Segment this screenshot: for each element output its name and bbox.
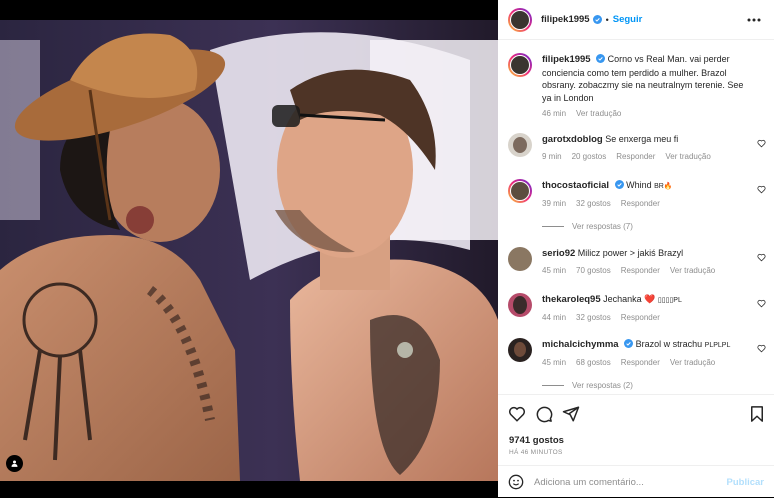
comment-username[interactable]: thekaroleq95: [542, 294, 601, 305]
comment-avatar[interactable]: [508, 133, 532, 157]
comment-time[interactable]: 39 min: [542, 198, 566, 211]
emoji-icon[interactable]: [508, 474, 524, 490]
post-header: filipek1995 • Seguir: [498, 0, 774, 40]
comment-text: Jechanka ❤️: [603, 294, 656, 304]
follow-button[interactable]: Seguir: [613, 14, 643, 25]
comment-suffix: ▯▯▯▯PL: [657, 297, 682, 304]
translate-link[interactable]: Ver tradução: [670, 357, 715, 370]
post-timestamp[interactable]: HÁ 46 MINUTOS: [509, 449, 563, 456]
comment-likes[interactable]: 68 gostos: [576, 357, 611, 370]
replies-line: [542, 226, 564, 227]
comment-input[interactable]: [534, 476, 727, 488]
heart-icon[interactable]: [757, 344, 766, 353]
view-replies-button[interactable]: Ver respostas (7): [542, 222, 633, 231]
author-username[interactable]: filipek1995: [541, 14, 590, 25]
comment-time[interactable]: 45 min: [542, 265, 566, 278]
verified-icon: [592, 15, 602, 24]
reply-button[interactable]: Responder: [621, 265, 660, 278]
likes-count[interactable]: 9741 gostos: [509, 435, 564, 446]
caption-username[interactable]: filipek1995: [542, 54, 591, 65]
comment-text: Whind: [626, 180, 652, 190]
photo-bottom-bar: [0, 481, 498, 497]
comment-suffix: BR🔥: [654, 183, 673, 190]
comment-time[interactable]: 45 min: [542, 357, 566, 370]
heart-icon[interactable]: [757, 185, 766, 194]
bookmark-icon[interactable]: [748, 405, 766, 423]
post-photo[interactable]: [0, 20, 498, 481]
reply-button[interactable]: Responder: [621, 198, 660, 211]
instagram-post-modal: filipek1995 • Seguir filipek1995 Corno v…: [0, 0, 774, 497]
comment-likes[interactable]: 20 gostos: [572, 151, 607, 164]
comment-text: Se enxerga meu fi: [605, 134, 679, 144]
action-bar: [508, 405, 766, 425]
comments-list[interactable]: filipek1995 Corno vs Real Man. vai perde…: [498, 41, 774, 394]
publish-button[interactable]: Publicar: [727, 477, 765, 488]
view-replies-label: Ver respostas (2): [572, 381, 633, 390]
comment-likes[interactable]: 32 gostos: [576, 312, 611, 325]
comment-row: garotxdoblog Se enxerga meu fi 9 min 20 …: [508, 133, 766, 163]
comment-row: thocostaoficial Whind BR🔥 39 min 32 gost…: [508, 179, 766, 209]
post-actions: 9741 gostos HÁ 46 MINUTOS Publicar: [498, 394, 774, 497]
replies-line: [542, 385, 564, 386]
view-replies-button[interactable]: Ver respostas (2): [542, 381, 633, 390]
share-icon[interactable]: [562, 405, 580, 423]
comment-time[interactable]: 44 min: [542, 312, 566, 325]
comment-likes[interactable]: 70 gostos: [576, 265, 611, 278]
comment-username[interactable]: serio92: [542, 248, 575, 259]
caption-time[interactable]: 46 min: [542, 108, 566, 121]
user-tag-icon[interactable]: [6, 455, 23, 472]
translate-link[interactable]: Ver tradução: [665, 151, 710, 164]
more-icon[interactable]: [744, 13, 764, 27]
heart-icon[interactable]: [757, 253, 766, 262]
author-info: filipek1995 • Seguir: [541, 14, 642, 25]
comment-icon[interactable]: [535, 405, 553, 423]
comment-username[interactable]: michalcichymma: [542, 339, 619, 350]
comment-username[interactable]: garotxdoblog: [542, 134, 603, 145]
verified-icon: [596, 54, 606, 63]
comment-likes[interactable]: 32 gostos: [576, 198, 611, 211]
author-avatar[interactable]: [508, 7, 532, 32]
reply-button[interactable]: Responder: [621, 357, 660, 370]
comment-avatar[interactable]: [508, 293, 532, 317]
add-comment-bar: Publicar: [498, 465, 774, 498]
comment-time[interactable]: 9 min: [542, 151, 562, 164]
caption-avatar[interactable]: [508, 53, 532, 77]
comment-row: michalcichymma Brazol w strachu PLPLPL 4…: [508, 338, 766, 368]
comment-avatar[interactable]: [508, 247, 532, 271]
comment-row: thekaroleq95 Jechanka ❤️ ▯▯▯▯PL 44 min 3…: [508, 293, 766, 323]
view-replies-label: Ver respostas (7): [572, 222, 633, 231]
comment-suffix: PLPLPL: [704, 342, 731, 349]
comment-username[interactable]: thocostaoficial: [542, 180, 609, 191]
comment-text: Milicz power > jakiś Brazyl: [577, 248, 684, 258]
caption-row: filipek1995 Corno vs Real Man. vai perde…: [508, 53, 766, 119]
translate-link[interactable]: Ver tradução: [670, 265, 715, 278]
heart-icon[interactable]: [757, 139, 766, 148]
photo-illustration: [0, 20, 498, 481]
post-sidebar: filipek1995 • Seguir filipek1995 Corno v…: [498, 0, 774, 497]
verified-icon: [624, 339, 634, 348]
reply-button[interactable]: Responder: [616, 151, 655, 164]
caption-translate-link[interactable]: Ver tradução: [576, 108, 621, 121]
reply-button[interactable]: Responder: [621, 312, 660, 325]
dot-separator: •: [605, 14, 609, 25]
comment-avatar[interactable]: [508, 179, 532, 203]
comment-row: serio92 Milicz power > jakiś Brazyl 45 m…: [508, 247, 766, 277]
comment-text: Brazol w strachu: [635, 339, 703, 349]
heart-icon[interactable]: [508, 405, 526, 423]
comment-avatar[interactable]: [508, 338, 532, 362]
heart-icon[interactable]: [757, 299, 766, 308]
verified-icon: [614, 180, 624, 189]
